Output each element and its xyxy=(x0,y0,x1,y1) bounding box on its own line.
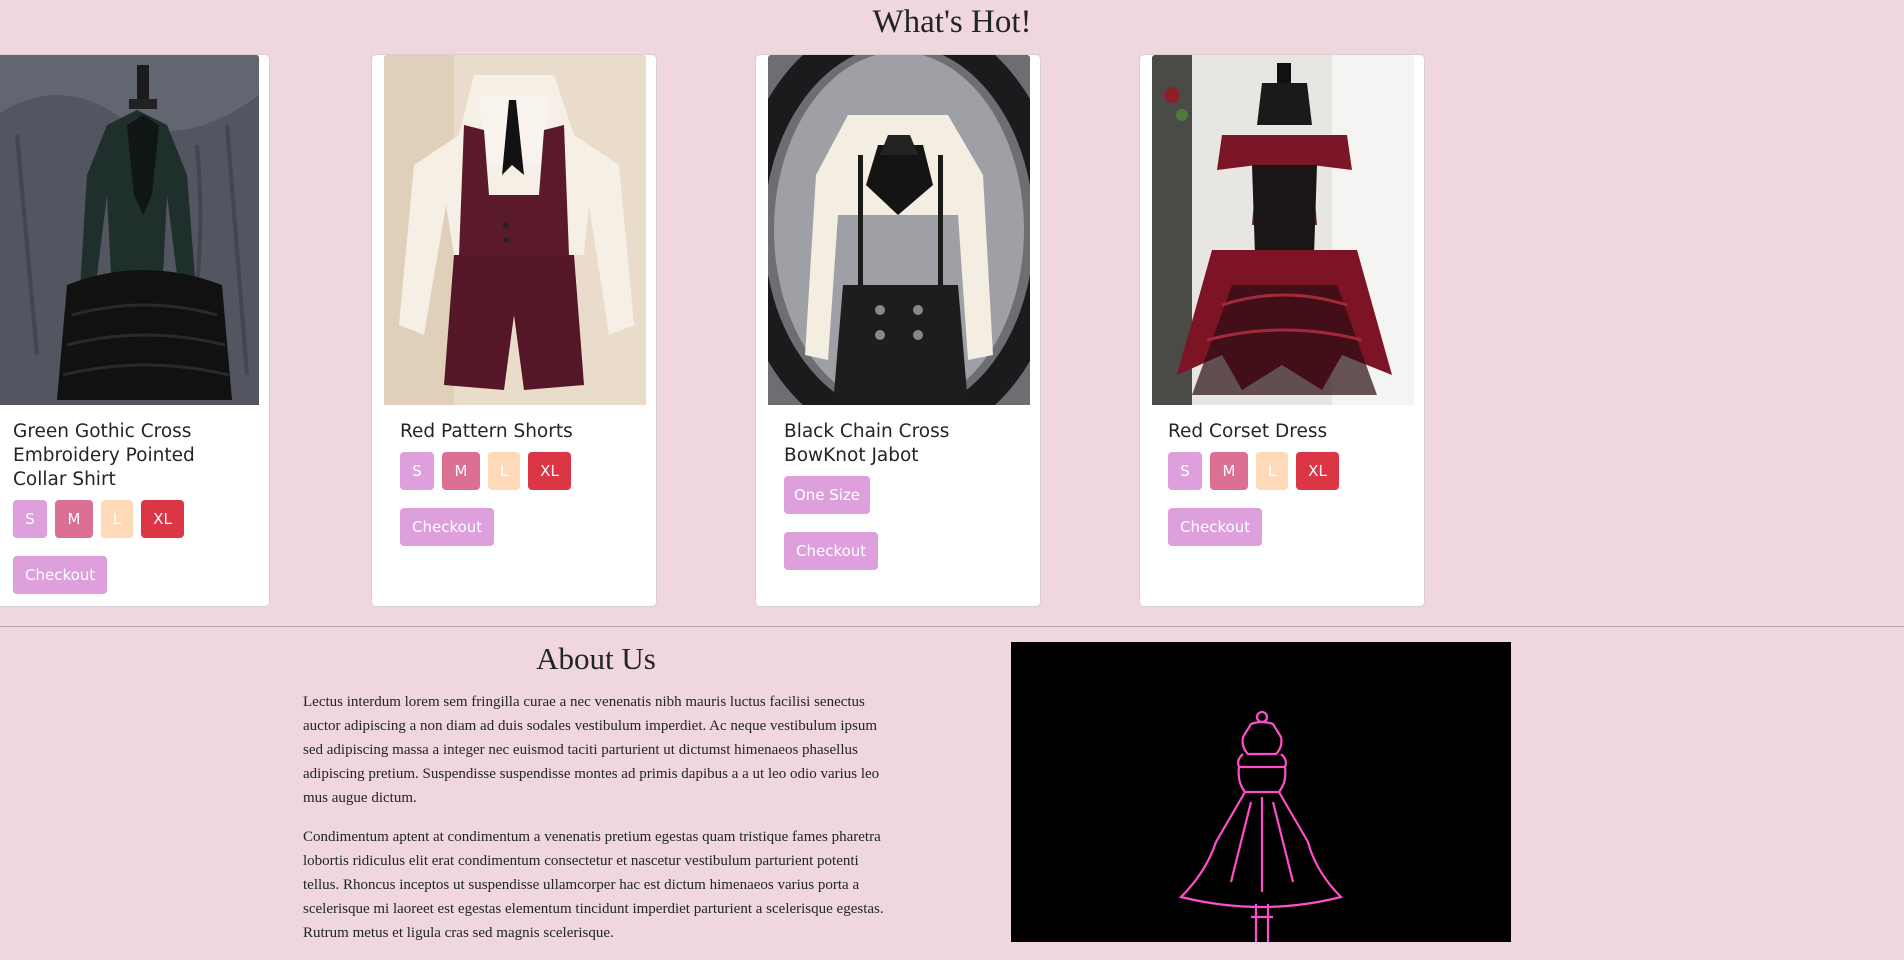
green-gothic-shirt-image[interactable] xyxy=(0,55,259,405)
checkout-button[interactable]: Checkout xyxy=(1168,508,1263,546)
checkout-button[interactable]: Checkout xyxy=(784,532,879,570)
size-xl-button[interactable]: XL xyxy=(1296,452,1339,490)
size-m-button[interactable]: M xyxy=(55,500,93,538)
whats-hot-heading: What's Hot! xyxy=(872,4,1032,40)
size-m-button[interactable]: M xyxy=(442,452,480,490)
size-m-button[interactable]: M xyxy=(1210,452,1248,490)
about-us-text: Lectus interdum lorem sem fringilla cura… xyxy=(303,690,889,960)
size-l-button[interactable]: L xyxy=(1256,452,1288,490)
product-title[interactable]: Green Gothic Cross Embroidery Pointed Co… xyxy=(13,420,249,492)
neon-dress-image xyxy=(1011,642,1511,942)
about-paragraph: Lectus interdum lorem sem fringilla cura… xyxy=(303,694,880,806)
size-options: S M L XL xyxy=(400,452,636,490)
size-l-button[interactable]: L xyxy=(101,500,133,538)
red-corset-dress-image[interactable] xyxy=(1152,55,1414,405)
section-divider xyxy=(0,626,1904,627)
product-card: Red Pattern Shorts S M L XL Checkout xyxy=(371,54,657,607)
size-s-button[interactable]: S xyxy=(400,452,434,490)
product-title[interactable]: Red Corset Dress xyxy=(1168,420,1404,444)
size-s-button[interactable]: S xyxy=(13,500,47,538)
size-options: One Size xyxy=(784,476,1020,514)
size-xl-button[interactable]: XL xyxy=(141,500,184,538)
product-card: Red Corset Dress S M L XL Checkout xyxy=(1139,54,1425,607)
about-paragraph: Condimentum aptent at condimentum a vene… xyxy=(303,829,884,941)
product-title[interactable]: Black Chain Cross BowKnot Jabot xyxy=(784,420,1020,468)
checkout-button[interactable]: Checkout xyxy=(400,508,495,546)
size-xl-button[interactable]: XL xyxy=(528,452,571,490)
size-options: S M L XL xyxy=(13,500,249,538)
product-card: Green Gothic Cross Embroidery Pointed Co… xyxy=(0,54,270,607)
red-shorts-image[interactable] xyxy=(384,55,646,405)
black-jabot-image[interactable] xyxy=(768,55,1030,405)
product-title[interactable]: Red Pattern Shorts xyxy=(400,420,636,444)
about-us-heading: About Us xyxy=(536,641,656,676)
size-s-button[interactable]: S xyxy=(1168,452,1202,490)
size-one-size-button[interactable]: One Size xyxy=(784,476,870,514)
size-options: S M L XL xyxy=(1168,452,1404,490)
product-card: Black Chain Cross BowKnot Jabot One Size… xyxy=(755,54,1041,607)
size-l-button[interactable]: L xyxy=(488,452,520,490)
checkout-button[interactable]: Checkout xyxy=(13,556,108,594)
